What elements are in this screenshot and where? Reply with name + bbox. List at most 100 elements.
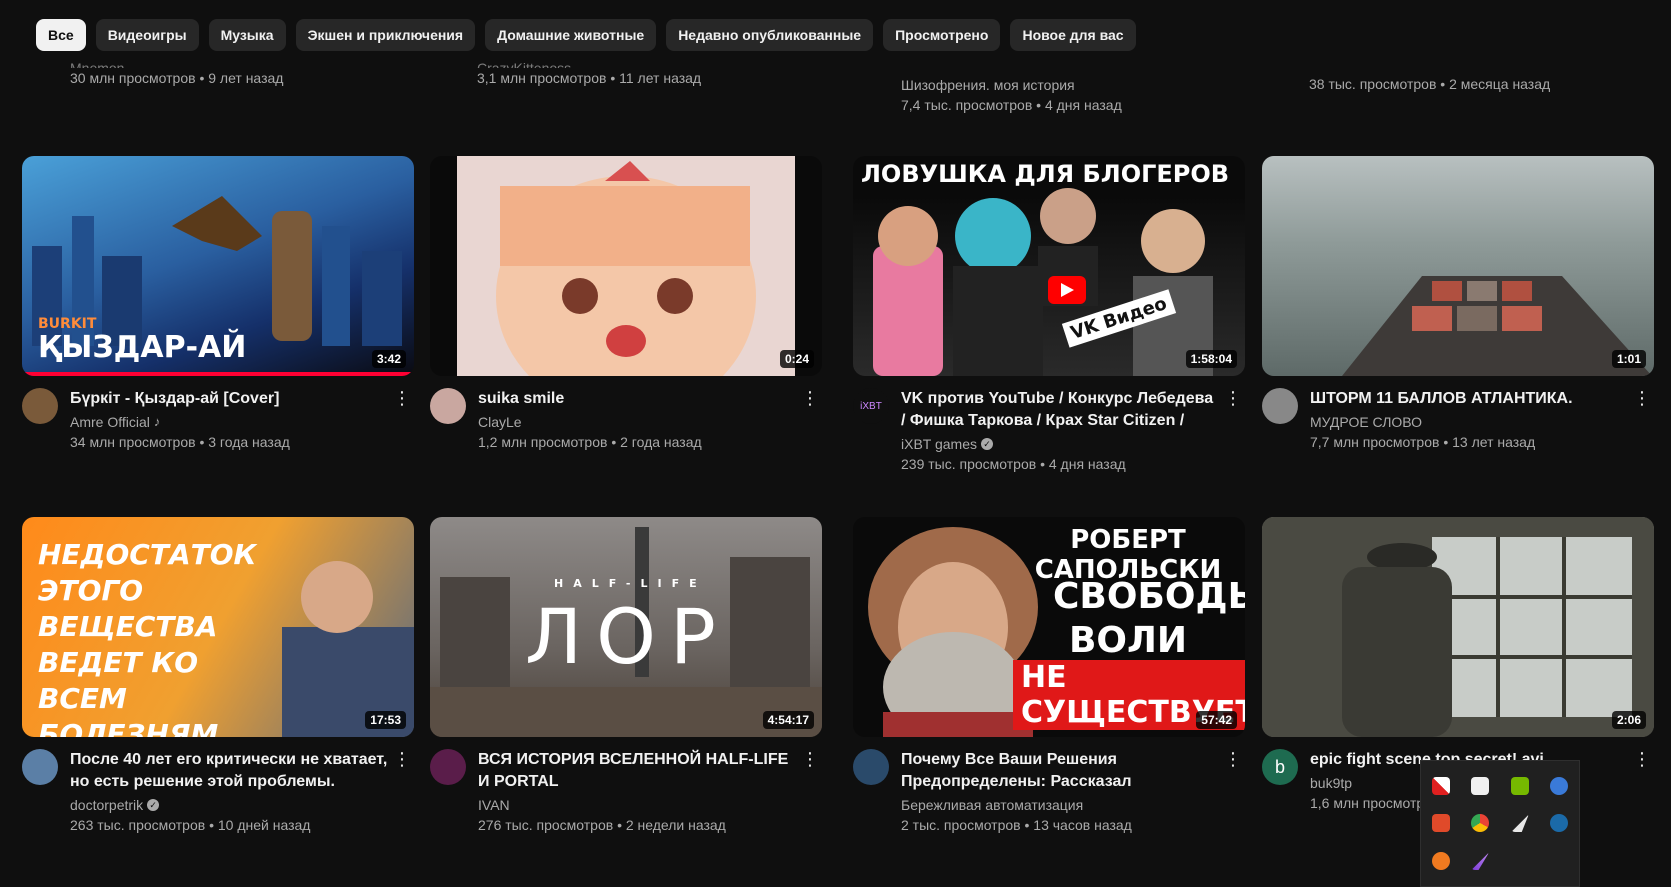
video-meta: 2 тыс. просмотров • 13 часов назад: [901, 817, 1132, 833]
orange-icon[interactable]: [1431, 852, 1450, 871]
video-duration: 1:58:04: [1185, 350, 1237, 368]
video-thumbnail[interactable]: РОБЕРТ САПОЛЬСКИ СВОБОДЫ ВОЛИ НЕ СУЩЕСТВ…: [853, 517, 1245, 737]
video-title[interactable]: После 40 лет его критически не хватает, …: [70, 749, 390, 793]
channel-name[interactable]: ClayLe: [478, 412, 522, 432]
chrome-icon[interactable]: [1471, 814, 1490, 833]
video-card[interactable]: HALF-LIFE ЛОР 4:54:17 ВСЯ ИСТОРИЯ ВСЕЛЕН…: [430, 517, 822, 835]
channel-name[interactable]: Amre Official: [70, 412, 150, 432]
channel-name[interactable]: IVAN: [478, 795, 510, 815]
thumbnail-caption: НЕДОСТАТОК ЭТОГО ВЕЩЕСТВА ВЕДЕТ КО ВСЕМ …: [38, 538, 257, 737]
chip-all[interactable]: Все: [36, 19, 86, 51]
chip-action-adventure[interactable]: Экшен и приключения: [295, 19, 476, 51]
channel-name[interactable]: buk9tp: [1310, 773, 1352, 793]
channel-name[interactable]: doctorpetrik: [70, 795, 143, 815]
top-video-meta-3: Шизофрения. моя история 7,4 тыс. просмот…: [901, 75, 1122, 115]
bird-icon[interactable]: [1510, 814, 1529, 833]
thumbnail-caption: ЛОР: [525, 592, 730, 681]
chip-videogames[interactable]: Видеоигры: [95, 19, 199, 51]
channel-avatar[interactable]: [430, 749, 466, 785]
top-meta-2: 3,1 млн просмотров • 11 лет назад: [477, 70, 702, 86]
channel-avatar[interactable]: b: [1262, 749, 1298, 785]
video-thumbnail[interactable]: ЛОВУШКА ДЛЯ БЛОГЕРОВ VK Видео 1:58:04: [853, 156, 1245, 376]
top-channel-2: CrazyKittenoss: [477, 60, 572, 68]
video-title[interactable]: ВСЯ ИСТОРИЯ ВСЕЛЕННОЙ HALF-LIFE И PORTAL: [478, 749, 798, 793]
thumbnail-caption: СВОБОДЫ ВОЛИ: [1053, 576, 1245, 661]
video-thumbnail[interactable]: 1:01: [1262, 156, 1654, 376]
more-actions-icon[interactable]: ⋮: [1630, 749, 1654, 813]
people-collage-art: [873, 188, 1213, 376]
chip-recently-uploaded[interactable]: Недавно опубликованные: [666, 19, 874, 51]
thumbnail-caption-small: HALF-LIFE: [554, 577, 707, 590]
video-duration: 1:01: [1611, 350, 1646, 368]
chip-music[interactable]: Музыка: [208, 19, 286, 51]
video-meta: 263 тыс. просмотров • 10 дней назад: [70, 817, 311, 833]
top-video-meta-1: Mnemon 30 млн просмотров • 9 лет назад: [70, 58, 283, 88]
video-title[interactable]: ШТОРМ 11 БАЛЛОВ АТЛАНТИКА.: [1310, 388, 1630, 410]
video-title[interactable]: VK против YouTube / Конкурс Лебедева / Ф…: [901, 388, 1221, 432]
more-actions-icon[interactable]: ⋮: [798, 388, 822, 452]
more-actions-icon[interactable]: ⋮: [1221, 388, 1245, 474]
channel-avatar[interactable]: iXBT: [853, 388, 889, 424]
chip-watched[interactable]: Просмотрено: [883, 19, 1001, 51]
video-title[interactable]: Почему Все Ваши Решения Предопределены: …: [901, 749, 1221, 793]
video-meta: 1,2 млн просмотров • 2 года назад: [478, 434, 702, 450]
top-meta-1: 30 млн просмотров • 9 лет назад: [70, 70, 284, 86]
anydesk-icon[interactable]: [1431, 814, 1450, 833]
more-actions-icon[interactable]: ⋮: [1221, 749, 1245, 835]
feather-icon[interactable]: [1471, 852, 1490, 871]
top-channel-1: Mnemon: [70, 60, 125, 68]
chip-pets[interactable]: Домашние животные: [485, 19, 657, 51]
more-actions-icon[interactable]: ⋮: [798, 749, 822, 835]
more-actions-icon[interactable]: ⋮: [390, 749, 414, 835]
top-video-meta-4: 38 тыс. просмотров • 2 месяца назад: [1309, 74, 1550, 94]
video-card[interactable]: 1:01 ШТОРМ 11 БАЛЛОВ АТЛАНТИКА. МУДРОЕ С…: [1262, 156, 1654, 452]
video-thumbnail[interactable]: BURKIT ҚЫЗДАР-АЙ 3:42: [22, 156, 414, 376]
video-card[interactable]: ЛОВУШКА ДЛЯ БЛОГЕРОВ VK Видео 1:58:04 iX…: [853, 156, 1245, 474]
music-note-icon: ♪: [153, 414, 161, 429]
video-duration: 57:42: [1196, 711, 1237, 729]
video-thumbnail[interactable]: HALF-LIFE ЛОР 4:54:17: [430, 517, 822, 737]
video-meta: 239 тыс. просмотров • 4 дня назад: [901, 456, 1126, 472]
top-video-meta-2: CrazyKittenoss 3,1 млн просмотров • 11 л…: [477, 58, 701, 88]
video-title[interactable]: Бүркіт - Қыздар-ай [Cover]: [70, 388, 390, 410]
shield-icon[interactable]: [1471, 776, 1490, 795]
video-card[interactable]: BURKIT ҚЫЗДАР-АЙ 3:42 Бүркіт - Қыздар-ай…: [22, 156, 414, 452]
video-thumbnail[interactable]: НЕДОСТАТОК ЭТОГО ВЕЩЕСТВА ВЕДЕТ КО ВСЕМ …: [22, 517, 414, 737]
video-thumbnail[interactable]: 2:06: [1262, 517, 1654, 737]
channel-name[interactable]: МУДРОЕ СЛОВО: [1310, 412, 1422, 432]
video-duration: 0:24: [779, 350, 814, 368]
chip-new-for-you[interactable]: Новое для вас: [1010, 19, 1136, 51]
top-channel-3[interactable]: Шизофрения. моя история: [901, 75, 1122, 95]
video-duration: 2:06: [1611, 711, 1646, 729]
verified-badge-icon: ✓: [981, 438, 993, 450]
video-meta: 7,7 млн просмотров • 13 лет назад: [1310, 434, 1536, 450]
channel-avatar[interactable]: [1262, 388, 1298, 424]
video-meta: 276 тыс. просмотров • 2 недели назад: [478, 817, 726, 833]
steam-icon[interactable]: [1550, 814, 1569, 833]
video-card[interactable]: НЕДОСТАТОК ЭТОГО ВЕЩЕСТВА ВЕДЕТ КО ВСЕМ …: [22, 517, 414, 835]
more-actions-icon[interactable]: ⋮: [1630, 388, 1654, 452]
video-duration: 17:53: [365, 711, 406, 729]
window-fight-art: [1262, 517, 1654, 737]
video-card[interactable]: 0:24 suika smile ClayLe 1,2 млн просмотр…: [430, 156, 822, 452]
filter-chip-bar: Все Видеоигры Музыка Экшен и приключения…: [36, 19, 1136, 51]
more-actions-icon[interactable]: ⋮: [390, 388, 414, 452]
gear-icon[interactable]: [1550, 776, 1569, 795]
channel-avatar[interactable]: [22, 749, 58, 785]
channel-avatar[interactable]: [853, 749, 889, 785]
video-thumbnail[interactable]: 0:24: [430, 156, 822, 376]
top-meta-3: 7,4 тыс. просмотров • 4 дня назад: [901, 97, 1122, 113]
video-card[interactable]: РОБЕРТ САПОЛЬСКИ СВОБОДЫ ВОЛИ НЕ СУЩЕСТВ…: [853, 517, 1245, 835]
puzzle-icon[interactable]: [1431, 776, 1450, 795]
nvidia-icon[interactable]: [1510, 776, 1529, 795]
video-duration: 4:54:17: [762, 711, 814, 729]
anime-girl-art: [457, 156, 795, 376]
channel-name[interactable]: iXBT games: [901, 434, 977, 454]
channel-avatar[interactable]: [430, 388, 466, 424]
video-title[interactable]: suika smile: [478, 388, 798, 410]
channel-avatar[interactable]: [22, 388, 58, 424]
channel-name[interactable]: Бережливая автоматизация: [901, 795, 1083, 815]
video-duration: 3:42: [371, 350, 406, 368]
video-meta: 34 млн просмотров • 3 года назад: [70, 434, 290, 450]
thumbnail-caption: ҚЫЗДАР-АЙ: [38, 330, 247, 365]
